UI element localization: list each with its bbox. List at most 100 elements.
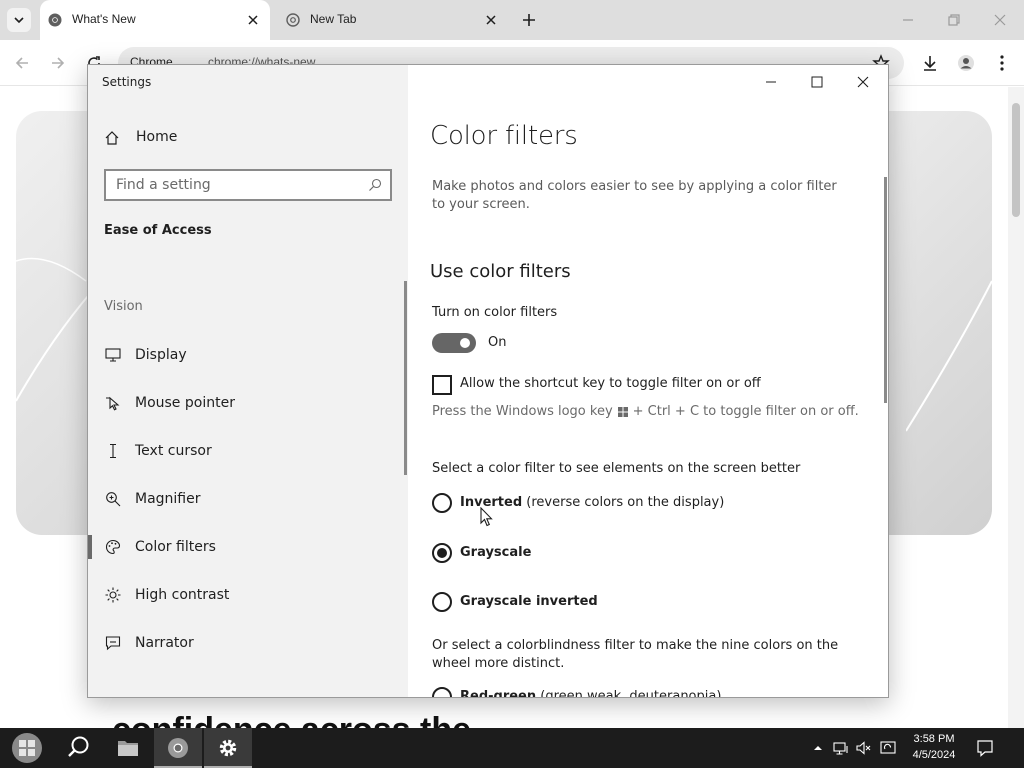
forward-arrow-icon[interactable] bbox=[49, 54, 67, 72]
nav-item-narrator[interactable]: Narrator bbox=[88, 621, 408, 665]
windows-start-icon bbox=[12, 733, 42, 763]
clock-time: 3:58 PM bbox=[913, 733, 955, 745]
search-taskbar-button[interactable] bbox=[54, 728, 102, 768]
sidebar-scrollbar[interactable] bbox=[404, 281, 407, 475]
nav-item-label: Narrator bbox=[135, 635, 194, 651]
use-color-filters-heading: Use color filters bbox=[430, 261, 571, 282]
file-explorer-icon bbox=[118, 741, 138, 756]
shortcut-key-label[interactable]: Allow the shortcut key to toggle filter … bbox=[460, 376, 761, 391]
decorative-curve bbox=[906, 280, 992, 432]
window-title: Settings bbox=[102, 75, 152, 89]
close-tab-icon[interactable] bbox=[484, 13, 498, 27]
profile-avatar-icon[interactable] bbox=[957, 54, 975, 72]
settings-taskbar-button[interactable] bbox=[204, 728, 252, 768]
mouse-cursor-icon bbox=[480, 507, 493, 527]
settings-content: Color filters Make photos and colors eas… bbox=[408, 65, 888, 698]
taskbar: 3:58 PM 4/5/2024 bbox=[0, 728, 1024, 768]
toggle-state-text: On bbox=[488, 335, 507, 350]
nav-item-color-filters[interactable]: Color filters bbox=[88, 525, 408, 569]
radio-inverted[interactable] bbox=[432, 493, 452, 513]
nav-item-label: Color filters bbox=[135, 539, 216, 555]
filter-name: Grayscale bbox=[460, 545, 532, 560]
restore-icon[interactable] bbox=[944, 10, 964, 30]
chrome-icon bbox=[48, 13, 62, 27]
nav-item-display[interactable]: Display bbox=[88, 333, 408, 377]
shortcut-key-checkbox[interactable] bbox=[432, 375, 452, 395]
nav-item-magnifier[interactable]: Magnifier bbox=[88, 477, 408, 521]
chrome-icon bbox=[168, 738, 188, 758]
search-icon bbox=[68, 736, 89, 757]
shortcut-hint: Press the Windows logo key + Ctrl + C to… bbox=[432, 404, 859, 419]
close-icon bbox=[857, 76, 869, 88]
radio-grayscale-inverted-label[interactable]: Grayscale inverted bbox=[460, 594, 598, 609]
nav-item-high-contrast[interactable]: High contrast bbox=[88, 573, 408, 617]
select-filter-label: Select a color filter to see elements on… bbox=[432, 461, 801, 476]
tab-whats-new[interactable]: What's New bbox=[40, 0, 270, 40]
search-icon bbox=[369, 178, 382, 191]
text-cursor-icon bbox=[110, 443, 116, 459]
group-label: Vision bbox=[104, 299, 143, 314]
nav-item-mouse-pointer[interactable]: Mouse pointer bbox=[88, 381, 408, 425]
chrome-taskbar-button[interactable] bbox=[154, 728, 202, 768]
close-window-icon[interactable] bbox=[990, 10, 1010, 30]
new-tab-plus-icon[interactable] bbox=[520, 11, 538, 29]
network-icon[interactable] bbox=[833, 740, 849, 756]
home-nav-item[interactable]: Home bbox=[104, 123, 394, 153]
radio-inverted-label[interactable]: Inverted (reverse colors on the display) bbox=[460, 495, 724, 510]
filter-name: Red-green bbox=[460, 689, 537, 698]
volume-muted-icon[interactable] bbox=[856, 740, 872, 756]
toggle-knob bbox=[460, 338, 470, 348]
notification-sync-icon[interactable] bbox=[880, 740, 896, 756]
narrator-icon bbox=[105, 636, 121, 651]
nav-item-text-cursor[interactable]: Text cursor bbox=[88, 429, 408, 473]
tab-new-tab[interactable]: New Tab bbox=[278, 0, 508, 40]
browser-tab-bar: What's New New Tab bbox=[0, 0, 1024, 40]
sun-icon bbox=[105, 587, 121, 603]
close-button[interactable] bbox=[840, 69, 886, 95]
radio-grayscale-inverted[interactable] bbox=[432, 592, 452, 612]
minimize-button[interactable] bbox=[748, 69, 794, 95]
page-title: Color filters bbox=[430, 121, 578, 151]
back-arrow-icon[interactable] bbox=[13, 54, 31, 72]
search-placeholder: Find a setting bbox=[116, 177, 211, 193]
maximize-icon bbox=[811, 76, 823, 88]
color-filters-toggle[interactable] bbox=[432, 333, 476, 353]
page-scroll-thumb[interactable] bbox=[1012, 103, 1020, 217]
system-clock[interactable]: 3:58 PM 4/5/2024 bbox=[906, 731, 962, 763]
action-center-icon[interactable] bbox=[976, 739, 994, 757]
minimize-icon[interactable] bbox=[898, 10, 918, 30]
nav-item-label: Display bbox=[135, 347, 187, 363]
settings-window: Settings Home Find a setting Ease of Acc… bbox=[87, 64, 889, 698]
tab-title: New Tab bbox=[310, 12, 357, 26]
show-hidden-icons-chevron-icon[interactable] bbox=[810, 740, 826, 756]
more-menu-icon[interactable] bbox=[993, 54, 1011, 72]
home-label: Home bbox=[136, 129, 178, 145]
close-tab-icon[interactable] bbox=[246, 13, 260, 27]
hint-text-after: + Ctrl + C to toggle filter on or off. bbox=[632, 404, 859, 419]
page-heading: confidence across the bbox=[112, 711, 471, 728]
palette-icon bbox=[105, 539, 121, 555]
filter-note: (reverse colors on the display) bbox=[526, 495, 725, 510]
start-button[interactable] bbox=[0, 728, 54, 768]
nav-item-label: Text cursor bbox=[135, 443, 212, 459]
colorblind-filter-label: Or select a colorblindness filter to mak… bbox=[432, 638, 839, 671]
download-icon[interactable] bbox=[921, 54, 939, 72]
content-scrollbar[interactable] bbox=[884, 177, 887, 403]
nav-item-label: High contrast bbox=[135, 587, 230, 603]
tab-search-button[interactable] bbox=[7, 8, 31, 32]
settings-sidebar: Settings Home Find a setting Ease of Acc… bbox=[88, 65, 408, 697]
find-setting-search[interactable]: Find a setting bbox=[104, 169, 392, 201]
mouse-pointer-icon bbox=[106, 396, 120, 411]
maximize-button[interactable] bbox=[794, 69, 840, 95]
turn-on-label: Turn on color filters bbox=[432, 305, 558, 320]
minimize-icon bbox=[766, 81, 776, 83]
chrome-outline-icon bbox=[286, 13, 300, 27]
windows-logo-icon bbox=[617, 406, 628, 417]
radio-red-green[interactable] bbox=[432, 687, 452, 697]
filter-note: (green weak, deuteranopia) bbox=[540, 689, 722, 698]
radio-grayscale[interactable] bbox=[432, 543, 452, 563]
radio-grayscale-label[interactable]: Grayscale bbox=[460, 545, 531, 560]
page-scrollbar[interactable] bbox=[1008, 87, 1024, 728]
file-explorer-taskbar-button[interactable] bbox=[104, 728, 152, 768]
radio-red-green-label[interactable]: Red-green (green weak, deuteranopia) bbox=[460, 689, 722, 698]
